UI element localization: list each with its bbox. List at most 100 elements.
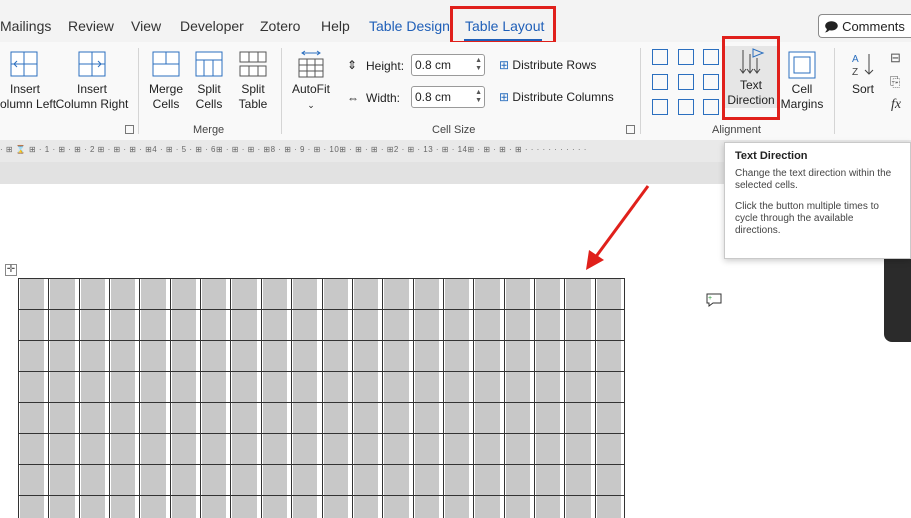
- column-border: [351, 278, 353, 518]
- cell-size-launcher[interactable]: [626, 125, 635, 134]
- align-bottom-center-icon[interactable]: [678, 99, 694, 115]
- merge-cells-label: Merge Cells: [148, 82, 183, 111]
- table-column[interactable]: [80, 278, 106, 518]
- distribute-rows-button[interactable]: ⊞ Distribute Rows: [499, 58, 596, 72]
- autofit-button[interactable]: AutoFit ⌄: [287, 50, 335, 113]
- comments-button[interactable]: 🗩 Comments: [818, 14, 911, 38]
- align-top-left-icon[interactable]: [652, 49, 668, 65]
- insert-right-label: Insert Column Right: [55, 82, 129, 111]
- convert-to-text-icon[interactable]: ⎘: [890, 74, 900, 90]
- align-top-right-icon[interactable]: [703, 49, 719, 65]
- column-border: [624, 278, 625, 518]
- row-border: [18, 402, 625, 403]
- column-border: [169, 278, 171, 518]
- column-border: [473, 278, 475, 518]
- tab-developer[interactable]: Developer: [180, 18, 244, 34]
- table-column[interactable]: [50, 278, 75, 518]
- insert-right-icon: [78, 51, 106, 77]
- column-border: [109, 278, 111, 518]
- merge-group-label: Merge: [193, 124, 225, 136]
- table-column[interactable]: [596, 278, 621, 518]
- cell-margins-label: Cell Margins: [780, 82, 824, 111]
- cell-margins-button[interactable]: Cell Margins: [780, 50, 824, 112]
- width-value: 0.8 cm: [415, 90, 452, 104]
- rows-columns-launcher[interactable]: [125, 125, 134, 134]
- formula-button[interactable]: fx: [891, 97, 901, 113]
- table-column[interactable]: [535, 278, 561, 518]
- tab-view[interactable]: View: [131, 18, 161, 34]
- width-spinner-icon[interactable]: ▲ ▼: [475, 89, 482, 105]
- table-column[interactable]: [384, 278, 409, 518]
- table-column[interactable]: [566, 278, 591, 518]
- column-border: [382, 278, 384, 518]
- table-column[interactable]: [475, 278, 500, 518]
- text-direction-tooltip: Text Direction Change the text direction…: [724, 142, 911, 259]
- insert-right-button[interactable]: Insert Column Right: [54, 50, 130, 112]
- height-spinner-icon[interactable]: ▲ ▼: [475, 57, 482, 73]
- row-border: [18, 340, 625, 341]
- comment-icon: 🗩: [824, 19, 839, 34]
- align-middle-right-icon[interactable]: [703, 74, 719, 90]
- tab-review[interactable]: Review: [68, 18, 114, 34]
- row-border: [18, 464, 625, 465]
- width-input[interactable]: 0.8 cm ▲ ▼: [411, 86, 485, 108]
- tab-zotero[interactable]: Zotero: [260, 18, 300, 34]
- tab-mailings[interactable]: Mailings: [0, 18, 51, 34]
- table-column[interactable]: [20, 278, 45, 518]
- table-column[interactable]: [171, 278, 197, 518]
- column-border: [260, 278, 262, 518]
- split-table-button[interactable]: Split Table: [231, 50, 275, 112]
- tab-table-design[interactable]: Table Design: [369, 18, 450, 34]
- annotation-arrow: [586, 185, 650, 270]
- table-column[interactable]: [293, 278, 318, 518]
- table-move-handle-icon[interactable]: ✛: [5, 264, 17, 276]
- sort-label: Sort: [851, 82, 874, 96]
- tooltip-title: Text Direction: [735, 150, 808, 162]
- height-input[interactable]: 0.8 cm ▲ ▼: [411, 54, 485, 76]
- align-bottom-left-icon[interactable]: [652, 99, 668, 115]
- insert-left-button[interactable]: Insert olumn Left: [0, 50, 57, 112]
- table-column[interactable]: [202, 278, 227, 518]
- align-top-center-icon[interactable]: [678, 49, 694, 65]
- repeat-header-icon[interactable]: ⊟: [890, 50, 901, 66]
- distribute-columns-button[interactable]: ⊞ Distribute Columns: [499, 90, 614, 104]
- table-column[interactable]: [232, 278, 257, 518]
- cell-margins-icon: [788, 51, 816, 79]
- distribute-columns-icon: ⊞: [499, 90, 510, 104]
- separator: [834, 48, 835, 134]
- sort-button[interactable]: A Z Sort: [842, 50, 884, 97]
- cell-size-group-label: Cell Size: [432, 124, 476, 136]
- comments-label: Comments: [842, 19, 905, 34]
- align-bottom-right-icon[interactable]: [703, 99, 719, 115]
- table-column[interactable]: [323, 278, 348, 518]
- table-column[interactable]: [111, 278, 136, 518]
- column-border: [230, 278, 232, 518]
- merge-cells-button[interactable]: Merge Cells: [144, 50, 188, 112]
- document-table[interactable]: [18, 278, 625, 518]
- column-border: [321, 278, 323, 518]
- row-border: [18, 495, 625, 496]
- column-border: [139, 278, 141, 518]
- column-border: [594, 278, 596, 518]
- table-column[interactable]: [353, 278, 379, 518]
- height-value: 0.8 cm: [415, 58, 452, 72]
- split-cells-button[interactable]: Split Cells: [188, 50, 230, 112]
- align-middle-left-icon[interactable]: [652, 74, 668, 90]
- column-border: [200, 278, 202, 518]
- column-border: [78, 278, 80, 518]
- split-table-icon: [239, 51, 267, 77]
- split-cells-label: Split Cells: [195, 82, 223, 111]
- tab-help[interactable]: Help: [321, 18, 350, 34]
- column-border: [442, 278, 444, 518]
- table-column[interactable]: [414, 278, 439, 518]
- column-border: [412, 278, 414, 518]
- table-column[interactable]: [262, 278, 288, 518]
- insert-left-label: Insert olumn Left: [0, 82, 57, 111]
- table-column[interactable]: [444, 278, 470, 518]
- table-column[interactable]: [141, 278, 166, 518]
- column-border: [503, 278, 505, 518]
- table-column[interactable]: [505, 278, 530, 518]
- add-comment-icon[interactable]: +: [705, 292, 723, 308]
- align-middle-center-icon[interactable]: [678, 74, 694, 90]
- sort-icon: A Z: [852, 54, 874, 78]
